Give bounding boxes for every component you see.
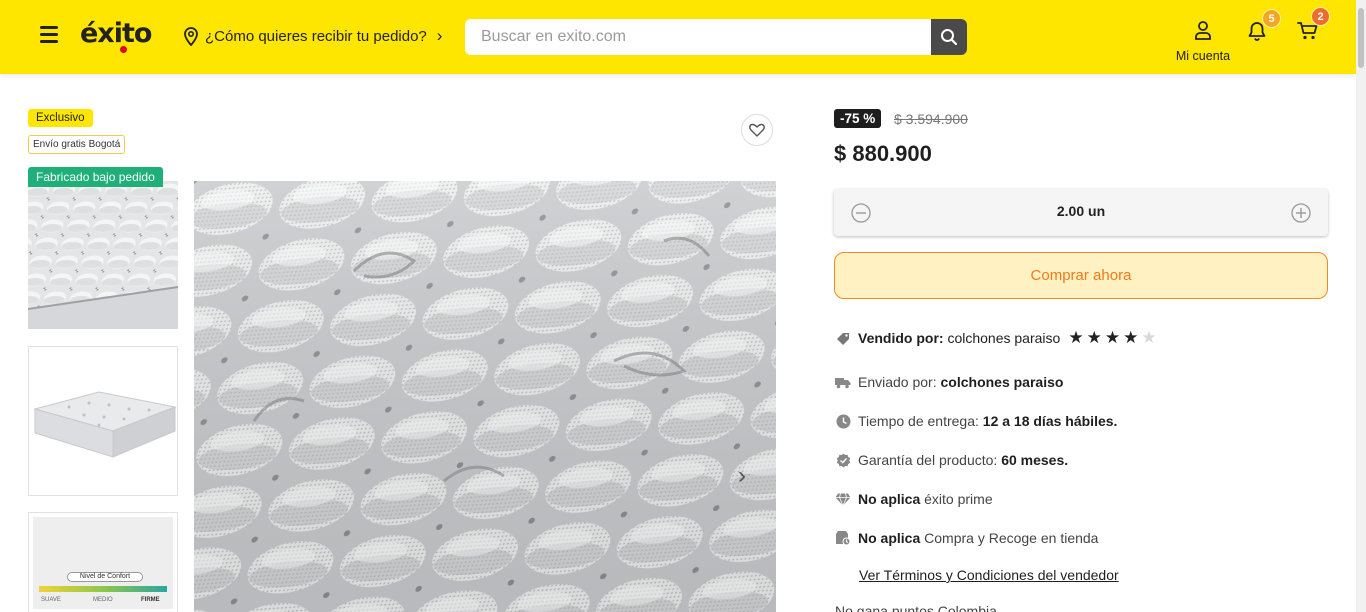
shipped-by-value: colchones paraiso xyxy=(940,374,1064,390)
comfort-scale-soft: SUAVE xyxy=(41,597,61,603)
mattress-full-image xyxy=(29,347,177,495)
add-to-favorites-button[interactable] xyxy=(741,114,773,146)
warranty-badge-icon xyxy=(835,452,851,468)
top-header: éxito ¿Cómo quieres recibir tu pedido? ›… xyxy=(0,0,1356,74)
star-filled-icon: ★ xyxy=(1086,328,1102,347)
star-filled-icon: ★ xyxy=(1123,328,1139,347)
original-price: $ 3.594.900 xyxy=(894,111,968,127)
exclusive-badge: Exclusivo xyxy=(28,109,93,127)
pickup-row: No aplica Compra y Recoge en tienda xyxy=(835,530,1098,546)
clock-icon xyxy=(835,413,851,429)
exito-logo[interactable]: éxito xyxy=(80,18,152,53)
location-prompt-text: ¿Cómo quieres recibir tu pedido? xyxy=(205,27,427,45)
made-to-order-badge: Fabricado bajo pedido xyxy=(28,167,163,187)
thumbnail-comfort-level[interactable]: Nivel de Confort SUAVE MEDIO FIRME xyxy=(28,512,178,612)
search-bar xyxy=(465,19,967,55)
location-pin-icon xyxy=(184,26,198,46)
account-button[interactable]: Mi cuenta xyxy=(1170,20,1236,63)
mattress-closeup-image xyxy=(28,181,178,329)
comfort-scale-firm: FIRME xyxy=(141,597,160,603)
star-filled-icon: ★ xyxy=(1104,328,1121,347)
quantity-stepper: 2.00 un xyxy=(834,189,1328,236)
diamond-icon xyxy=(835,491,851,507)
prime-value: éxito prime xyxy=(924,491,993,507)
delivery-time-row: Tiempo de entrega: 12 a 18 días hábiles. xyxy=(835,413,1117,429)
sold-by-row: Vendido por: colchones paraiso ★ ★ ★ ★ ★ xyxy=(835,328,1157,348)
discount-badge: -75 % xyxy=(834,109,882,128)
cart-button[interactable]: 2 xyxy=(1296,7,1330,44)
prime-label: No aplica xyxy=(858,491,921,507)
shipped-by-label: Enviado por: xyxy=(858,374,937,390)
hamburger-menu-icon[interactable] xyxy=(40,26,58,44)
delivery-time-label: Tiempo de entrega: xyxy=(858,413,979,429)
search-input[interactable] xyxy=(465,19,931,55)
comfort-level-title: Nivel de Confort xyxy=(67,572,143,582)
cart-count-badge: 2 xyxy=(1311,7,1330,26)
main-product-image[interactable] xyxy=(194,181,776,612)
quantity-value: 2.00 un xyxy=(1056,203,1106,219)
sold-by-label: Vendido por: xyxy=(858,330,944,346)
buy-now-button[interactable]: Comprar ahora xyxy=(834,252,1328,299)
store-pickup-icon xyxy=(835,530,851,546)
comfort-scale-medium: MEDIO xyxy=(93,597,113,603)
current-price: $ 880.900 xyxy=(834,141,932,166)
delivery-location-selector[interactable]: ¿Cómo quieres recibir tu pedido? › xyxy=(183,26,442,46)
prime-row: No aplica éxito prime xyxy=(835,491,993,507)
free-shipping-badge: Envío gratis Bogotá xyxy=(28,135,126,154)
search-button[interactable] xyxy=(931,19,967,55)
star-empty-icon: ★ xyxy=(1141,328,1157,347)
star-filled-icon: ★ xyxy=(1068,328,1084,347)
thumbnail-mattress-full[interactable] xyxy=(28,346,178,496)
delivery-time-value: 12 a 18 días hábiles. xyxy=(982,413,1118,429)
user-icon xyxy=(1195,21,1211,40)
gallery-next-arrow-icon[interactable]: › xyxy=(738,462,746,490)
pickup-value: Compra y Recoge en tienda xyxy=(924,530,1099,546)
price-tag-icon xyxy=(835,330,851,346)
chevron-right-icon: › xyxy=(436,26,443,45)
shipped-by-row: Enviado por: colchones paraiso xyxy=(835,374,1063,390)
increase-quantity-button[interactable] xyxy=(1291,203,1311,223)
seller-rating-stars: ★ ★ ★ ★ ★ xyxy=(1068,328,1156,348)
plus-circle-icon xyxy=(1291,203,1311,223)
page-scrollbar[interactable] xyxy=(1356,0,1366,612)
warranty-value: 60 meses. xyxy=(1001,452,1069,468)
comfort-scale-bar xyxy=(39,586,167,592)
notifications-badge: 5 xyxy=(1262,9,1281,28)
mattress-quilted-surface-image xyxy=(194,181,776,612)
search-icon xyxy=(941,29,958,46)
warranty-row: Garantía del producto: 60 meses. xyxy=(835,452,1068,468)
thumbnail-mattress-closeup[interactable] xyxy=(28,181,178,329)
heart-icon xyxy=(749,123,765,137)
truck-icon xyxy=(835,374,851,390)
notifications-button[interactable]: 5 xyxy=(1246,9,1281,44)
seller-terms-link[interactable]: Ver Términos y Condiciones del vendedor xyxy=(859,567,1119,583)
seller-name-link[interactable]: colchones paraiso xyxy=(947,330,1060,346)
points-row: No gana puntos Colombia xyxy=(835,603,997,612)
warranty-label: Garantía del producto: xyxy=(858,452,998,468)
pickup-label: No aplica xyxy=(858,530,921,546)
account-label: Mi cuenta xyxy=(1175,49,1231,63)
